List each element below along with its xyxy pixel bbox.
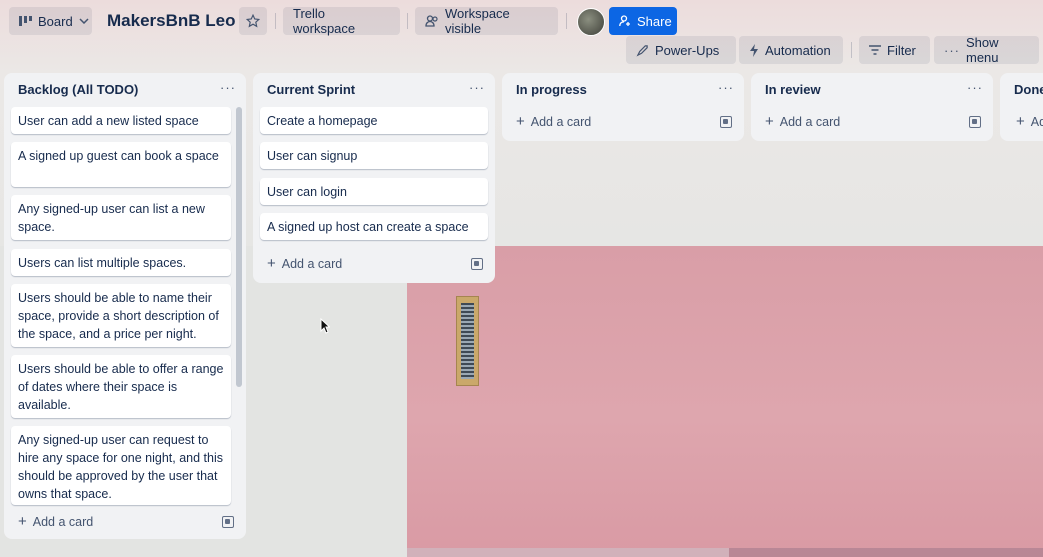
powerups-label: Power-Ups [655, 42, 720, 58]
add-card-label: Ad [1030, 114, 1043, 129]
add-card-label: Add a card [281, 256, 343, 271]
list-title[interactable]: Backlog (All TODO) [18, 82, 138, 97]
header-divider [851, 42, 852, 58]
card[interactable]: Users should be able to name their space… [11, 284, 231, 347]
show-menu-button[interactable]: ··· Show menu [934, 35, 1039, 65]
star-icon [246, 14, 260, 28]
lightning-icon [749, 43, 759, 57]
card[interactable]: User can signup [260, 142, 488, 169]
list-menu-icon[interactable]: ··· [967, 80, 983, 95]
card[interactable]: A signed up host can create a space [260, 213, 488, 240]
show-menu-label: Show menu [966, 35, 999, 65]
add-card-button[interactable]: + Add a card [267, 255, 342, 272]
card-template-icon[interactable] [720, 116, 732, 128]
list-title[interactable]: Current Sprint [267, 82, 355, 97]
board-switcher-label: Board [38, 13, 73, 29]
add-card-label: Add a card [779, 114, 841, 129]
horizontal-scrollbar-thumb[interactable] [407, 548, 729, 557]
header-divider [275, 13, 276, 29]
star-button[interactable] [239, 7, 267, 35]
board-title[interactable]: MakersBnB Leo [107, 11, 235, 31]
filter-label: Filter [887, 42, 916, 58]
automation-button[interactable]: Automation [739, 36, 843, 64]
plus-icon: + [18, 513, 27, 530]
card-template-icon[interactable] [222, 516, 234, 528]
list-title[interactable]: In progress [516, 82, 587, 97]
people-icon [425, 15, 439, 27]
background-window [456, 296, 479, 386]
board-header: Board MakersBnB Leo Trello workspace Wor… [0, 0, 1043, 68]
avatar[interactable] [577, 8, 605, 36]
add-card-button[interactable]: + Add a card [516, 113, 591, 130]
filter-button[interactable]: Filter [859, 36, 930, 64]
plus-icon: + [516, 113, 525, 130]
card[interactable]: A signed up guest can book a space [11, 142, 231, 187]
card[interactable]: Any signed-up user can list a new space. [11, 195, 231, 240]
card[interactable]: User can login [260, 178, 488, 205]
card[interactable]: Users should be able to offer a range of… [11, 355, 231, 418]
card-template-icon[interactable] [969, 116, 981, 128]
header-divider [407, 13, 408, 29]
workspace-button[interactable]: Trello workspace [283, 6, 400, 36]
list-scrollbar[interactable] [236, 107, 242, 387]
list-menu-icon[interactable]: ··· [469, 80, 485, 95]
share-button[interactable]: Share [609, 7, 677, 35]
add-card-label: Add a card [530, 114, 592, 129]
card[interactable]: User can add a new listed space [11, 107, 231, 134]
board-icon [19, 16, 32, 26]
chevron-down-icon [79, 18, 89, 24]
card[interactable]: Any signed-up user can request to hire a… [11, 426, 231, 505]
list-done: Done + Ad [1000, 73, 1043, 141]
add-card-label: Add a card [32, 514, 94, 529]
list-backlog: Backlog (All TODO) ··· User can add a ne… [4, 73, 246, 539]
plus-icon: + [267, 255, 276, 272]
board-background-wall [407, 246, 1043, 557]
visibility-label: Workspace visible [445, 6, 510, 36]
more-icon: ··· [944, 42, 960, 58]
plus-icon: + [1016, 113, 1025, 130]
list-in-review: In review ··· + Add a card [751, 73, 993, 141]
add-person-icon [619, 15, 631, 27]
visibility-button[interactable]: Workspace visible [415, 6, 558, 36]
board-view-switcher[interactable]: Board [9, 7, 92, 35]
mouse-cursor-icon [320, 317, 331, 339]
list-menu-icon[interactable]: ··· [220, 80, 236, 95]
card-template-icon[interactable] [471, 258, 483, 270]
list-in-progress: In progress ··· + Add a card [502, 73, 744, 141]
list-title[interactable]: Done [1014, 82, 1043, 97]
add-card-button[interactable]: + Add a card [765, 113, 840, 130]
share-label: Share [637, 13, 672, 29]
list-title[interactable]: In review [765, 82, 821, 97]
list-menu-icon[interactable]: ··· [718, 80, 734, 95]
filter-icon [869, 45, 881, 55]
rocket-icon [636, 44, 649, 57]
automation-label: Automation [765, 42, 831, 58]
plus-icon: + [765, 113, 774, 130]
list-current-sprint: Current Sprint ··· Create a homepage Use… [253, 73, 495, 283]
header-divider [566, 13, 567, 29]
card[interactable]: Users can list multiple spaces. [11, 249, 231, 276]
add-card-button[interactable]: + Ad [1016, 113, 1043, 130]
card[interactable]: Create a homepage [260, 107, 488, 134]
add-card-button[interactable]: + Add a card [18, 513, 93, 530]
powerups-button[interactable]: Power-Ups [626, 36, 736, 64]
